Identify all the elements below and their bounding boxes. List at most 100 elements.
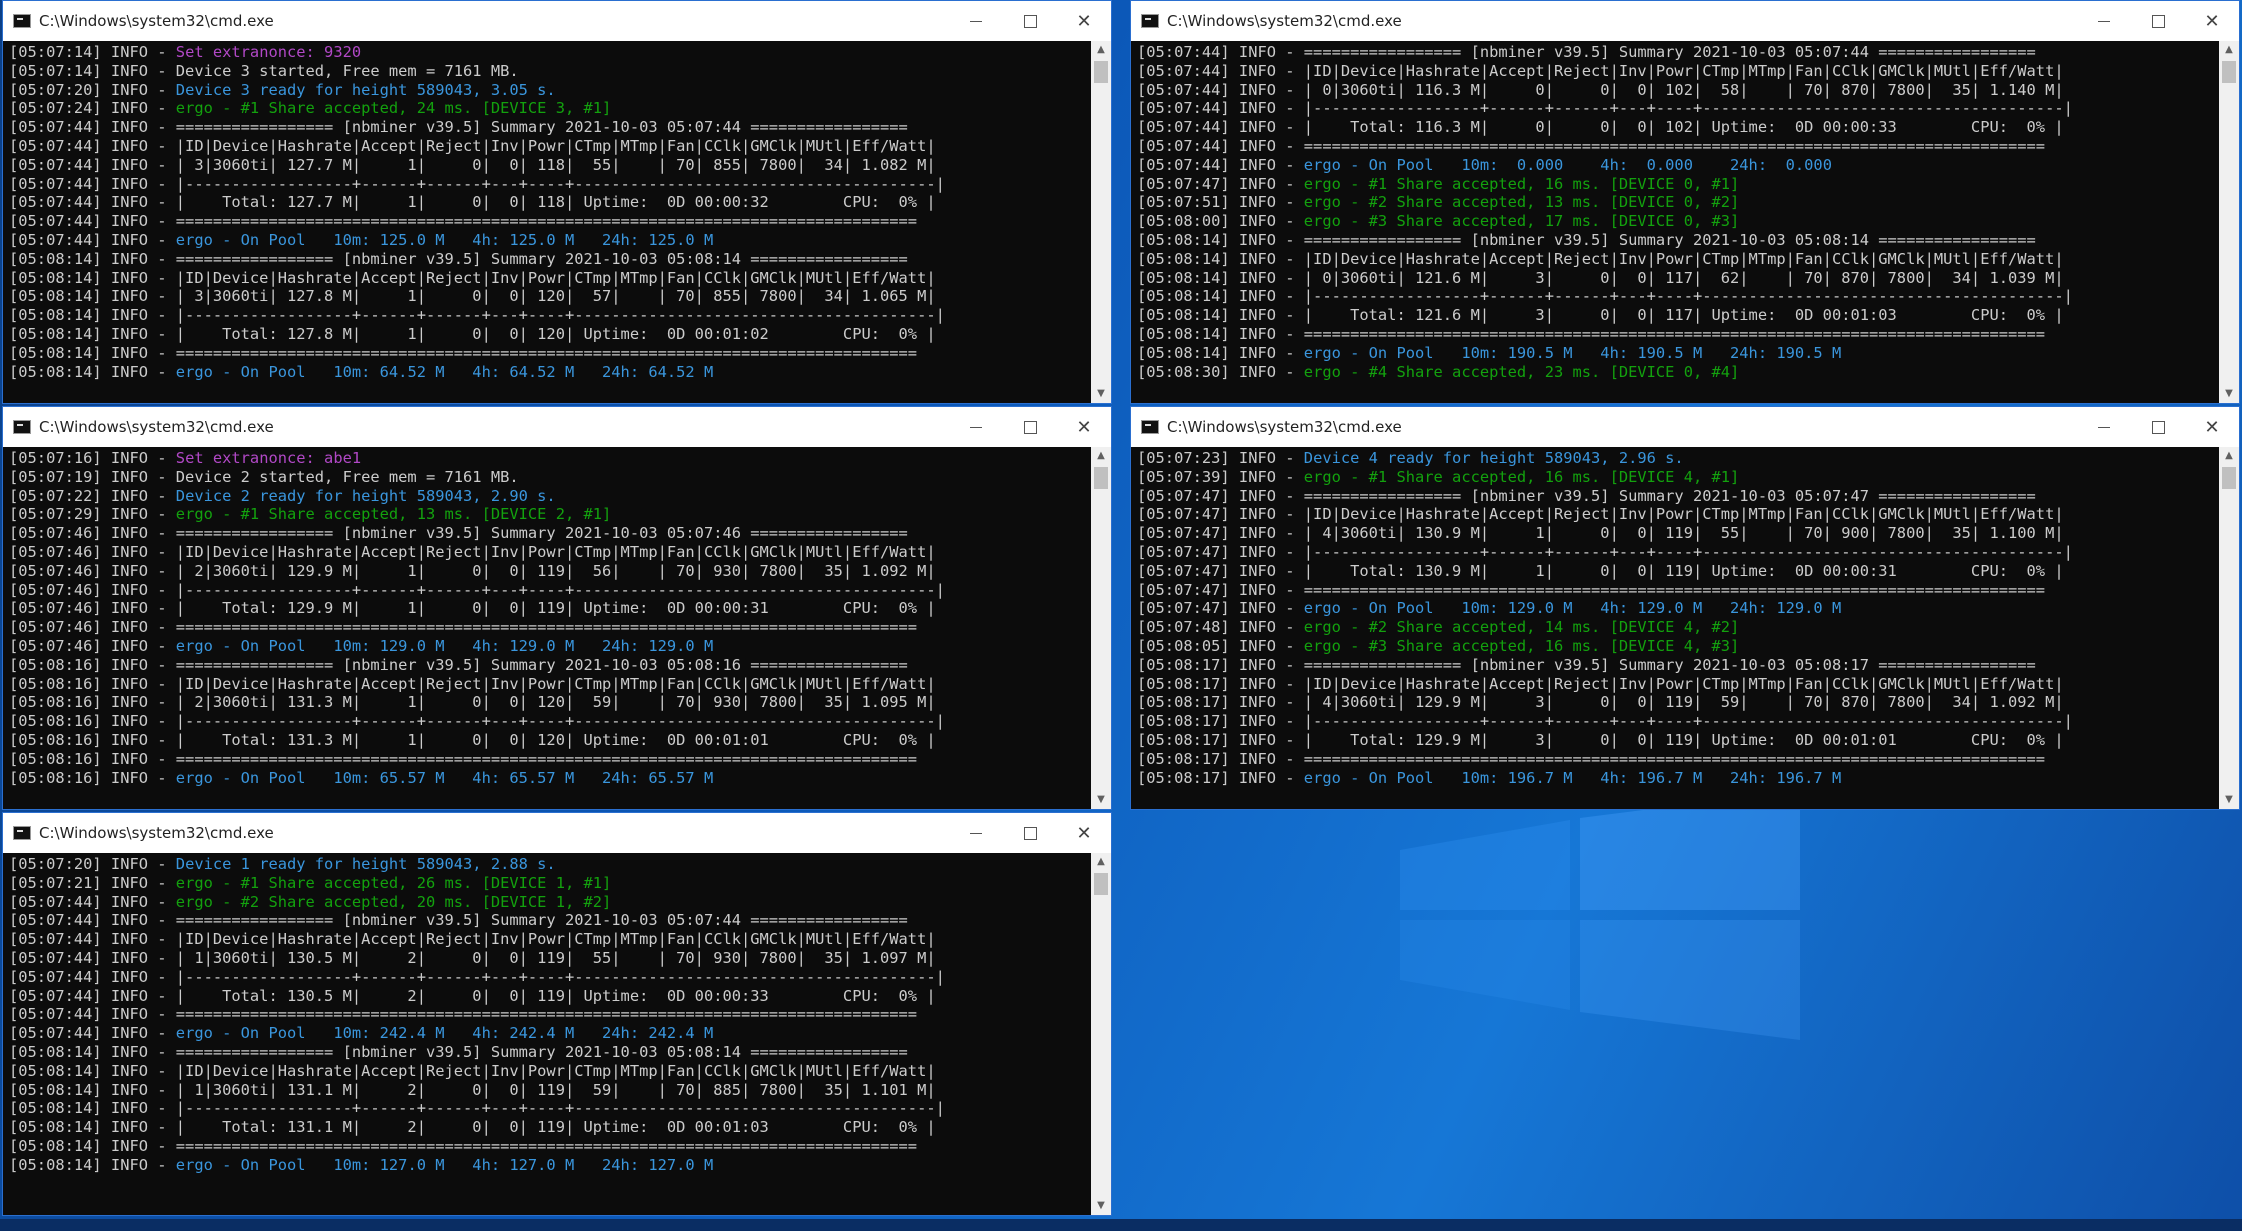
title-bar[interactable]: C:\Windows\system32\cmd.exe ✕ (3, 1, 1111, 41)
maximize-button[interactable] (1003, 407, 1057, 447)
vertical-scrollbar[interactable]: ▲ ▼ (1091, 41, 1111, 403)
scroll-down-arrow-icon[interactable]: ▼ (2219, 791, 2239, 809)
cmd-icon (13, 826, 31, 840)
title-bar[interactable]: C:\Windows\system32\cmd.exe ✕ (3, 407, 1111, 447)
close-button[interactable]: ✕ (1057, 1, 1111, 41)
maximize-button[interactable] (1003, 1, 1057, 41)
console-line: [05:08:16] INFO - | 2|3060ti| 131.3 M| 1… (9, 693, 1091, 712)
console-text: Device 4 ready for height 589043, 2.96 s… (1303, 449, 1684, 467)
scroll-up-arrow-icon[interactable]: ▲ (1091, 853, 1111, 871)
console-text: [05:07:44] INFO - ======================… (9, 212, 918, 231)
scroll-up-arrow-icon[interactable]: ▲ (1091, 41, 1111, 59)
console-line: [05:07:19] INFO - Device 2 started, Free… (9, 468, 1091, 487)
maximize-button[interactable] (2131, 1, 2185, 41)
console-line: [05:08:16] INFO - |ID|Device|Hashrate|Ac… (9, 675, 1091, 694)
minimize-button[interactable] (2077, 407, 2131, 447)
console-text: [05:07:44] INFO - | 3|3060ti| 127.7 M| 1… (9, 155, 936, 174)
window-title: C:\Windows\system32\cmd.exe (1167, 12, 1402, 30)
console-line: [05:07:46] INFO - |ID|Device|Hashrate|Ac… (9, 543, 1091, 562)
console-text: Device 1 ready for height 589043, 2.88 s… (175, 855, 556, 873)
console-line: [05:07:44] INFO - |ID|Device|Hashrate|Ac… (9, 137, 1091, 156)
close-button[interactable]: ✕ (1057, 407, 1111, 447)
scroll-thumb[interactable] (1094, 61, 1108, 83)
console-text: [05:08:14] INFO - |ID|Device|Hashrate|Ac… (9, 268, 936, 287)
console-line: [05:08:16] INFO - ======================… (9, 750, 1091, 769)
console-line: [05:08:14] INFO - | Total: 127.8 M| 1| 0… (9, 325, 1091, 344)
console-text: [05:07:44] INFO - |------------------+--… (1137, 99, 2073, 118)
console-text: [05:08:14] INFO - ================= [nbm… (9, 1042, 908, 1061)
console-text: [05:07:44] INFO - | 0|3060ti| 116.3 M| 0… (1137, 80, 2064, 99)
console-line: [05:08:14] INFO - ======================… (1137, 325, 2219, 344)
console-line: [05:08:16] INFO - |------------------+--… (9, 712, 1091, 731)
console-text: [05:08:16] INFO - | 2|3060ti| 131.3 M| 1… (9, 693, 936, 712)
title-bar[interactable]: C:\Windows\system32\cmd.exe ✕ (3, 813, 1111, 853)
console-line: [05:07:44] INFO - ================= [nbm… (9, 118, 1091, 137)
console-line: [05:07:44] INFO - ================= [nbm… (9, 911, 1091, 930)
console-line: [05:08:14] INFO - | 1|3060ti| 131.1 M| 2… (9, 1081, 1091, 1100)
console-text: [05:08:16] INFO - (9, 768, 176, 787)
console-output[interactable]: [05:07:44] INFO - ================= [nbm… (1131, 41, 2219, 403)
console-text: [05:08:17] INFO - |ID|Device|Hashrate|Ac… (1137, 674, 2064, 693)
console-text: [05:07:44] INFO - |------------------+--… (9, 174, 945, 193)
console-text: [05:07:23] INFO - (1137, 449, 1304, 467)
console-text: ergo - #1 Share accepted, 13 ms. [DEVICE… (175, 505, 612, 524)
scroll-down-arrow-icon[interactable]: ▼ (2219, 385, 2239, 403)
scroll-thumb[interactable] (1094, 467, 1108, 489)
close-button[interactable]: ✕ (2185, 1, 2239, 41)
console-text: [05:08:14] INFO - |------------------+--… (9, 306, 945, 325)
console-text: ergo - #2 Share accepted, 14 ms. [DEVICE… (1303, 618, 1740, 637)
minimize-button[interactable] (949, 407, 1003, 447)
cmd-window-3[interactable]: C:\Windows\system32\cmd.exe ✕ [05:07:16]… (2, 406, 1112, 810)
console-line: [05:08:17] INFO - | 4|3060ti| 129.9 M| 3… (1137, 693, 2219, 712)
minimize-button[interactable] (949, 1, 1003, 41)
scroll-up-arrow-icon[interactable]: ▲ (1091, 447, 1111, 465)
console-text: [05:07:44] INFO - ================= [nbm… (9, 118, 908, 137)
console-line: [05:07:44] INFO - ================= [nbm… (1137, 43, 2219, 62)
scroll-up-arrow-icon[interactable]: ▲ (2219, 41, 2239, 59)
vertical-scrollbar[interactable]: ▲ ▼ (2219, 447, 2239, 809)
scroll-thumb[interactable] (2222, 467, 2236, 489)
close-button[interactable]: ✕ (2185, 407, 2239, 447)
scroll-up-arrow-icon[interactable]: ▲ (2219, 447, 2239, 465)
cmd-window-5[interactable]: C:\Windows\system32\cmd.exe ✕ [05:07:20]… (2, 812, 1112, 1216)
vertical-scrollbar[interactable]: ▲ ▼ (2219, 41, 2239, 403)
console-text: ergo - On Pool 10m: 196.7 M 4h: 196.7 M … (1303, 768, 1842, 787)
console-output[interactable]: [05:07:23] INFO - Device 4 ready for hei… (1131, 447, 2219, 809)
scroll-thumb[interactable] (2222, 61, 2236, 83)
console-text: [05:07:44] INFO - |ID|Device|Hashrate|Ac… (1137, 61, 2064, 80)
console-text: [05:07:47] INFO - (1137, 599, 1304, 618)
console-line: [05:08:17] INFO - | Total: 129.9 M| 3| 0… (1137, 731, 2219, 750)
window-title: C:\Windows\system32\cmd.exe (39, 418, 274, 436)
console-text: [05:08:17] INFO - (1137, 768, 1304, 787)
console-output[interactable]: [05:07:16] INFO - Set extranonce: abe1 [0… (3, 447, 1091, 809)
minimize-button[interactable] (949, 813, 1003, 853)
cmd-icon (1141, 14, 1159, 28)
maximize-button[interactable] (2131, 407, 2185, 447)
close-button[interactable]: ✕ (1057, 813, 1111, 853)
scroll-down-arrow-icon[interactable]: ▼ (1091, 385, 1111, 403)
cmd-window-1[interactable]: C:\Windows\system32\cmd.exe ✕ [05:07:14]… (2, 0, 1112, 404)
console-output[interactable]: [05:07:20] INFO - Device 1 ready for hei… (3, 853, 1091, 1215)
cmd-window-4[interactable]: C:\Windows\system32\cmd.exe ✕ [05:07:23]… (1130, 406, 2240, 810)
scroll-down-arrow-icon[interactable]: ▼ (1091, 791, 1111, 809)
console-text: [05:08:17] INFO - ================= [nbm… (1137, 655, 2036, 674)
vertical-scrollbar[interactable]: ▲ ▼ (1091, 853, 1111, 1215)
scroll-thumb[interactable] (1094, 873, 1108, 895)
console-line: [05:08:14] INFO - ================= [nbm… (1137, 231, 2219, 250)
console-text: [05:07:20] INFO - (9, 855, 176, 873)
console-text: [05:08:14] INFO - ======================… (9, 1136, 918, 1155)
minimize-button[interactable] (2077, 1, 2131, 41)
cmd-window-2[interactable]: C:\Windows\system32\cmd.exe ✕ [05:07:44]… (1130, 0, 2240, 404)
console-text: [05:07:46] INFO - (9, 636, 176, 655)
console-text: [05:07:22] INFO - (9, 486, 176, 505)
console-output[interactable]: [05:07:14] INFO - Set extranonce: 9320 [0… (3, 41, 1091, 403)
maximize-button[interactable] (1003, 813, 1057, 853)
console-line: [05:07:23] INFO - Device 4 ready for hei… (1137, 449, 2219, 468)
console-text: ergo - On Pool 10m: 127.0 M 4h: 127.0 M … (175, 1155, 714, 1174)
title-bar[interactable]: C:\Windows\system32\cmd.exe ✕ (1131, 1, 2239, 41)
console-line: [05:07:44] INFO - |------------------+--… (9, 968, 1091, 987)
vertical-scrollbar[interactable]: ▲ ▼ (1091, 447, 1111, 809)
title-bar[interactable]: C:\Windows\system32\cmd.exe ✕ (1131, 407, 2239, 447)
scroll-down-arrow-icon[interactable]: ▼ (1091, 1197, 1111, 1215)
console-line: [05:08:14] INFO - ergo - On Pool 10m: 12… (9, 1156, 1091, 1175)
